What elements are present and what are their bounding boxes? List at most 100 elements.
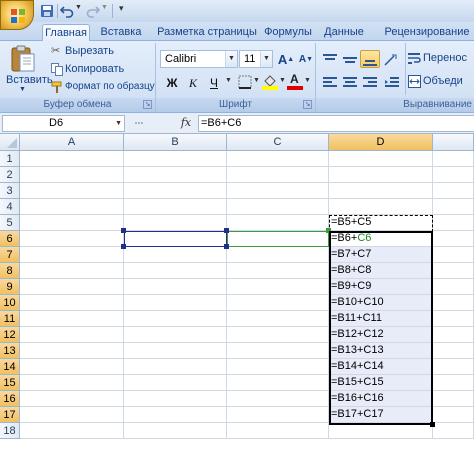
cell-c11[interactable] (227, 311, 329, 327)
cell-e6[interactable] (433, 231, 474, 247)
row-header-7[interactable]: 7 (0, 247, 20, 263)
cell-e9[interactable] (433, 279, 474, 295)
grow-font-button[interactable]: A▲ (276, 50, 296, 68)
select-all-corner[interactable] (0, 134, 20, 151)
cell-a18[interactable] (20, 423, 124, 439)
row-header-16[interactable]: 16 (0, 391, 20, 407)
column-header-next[interactable] (433, 134, 474, 151)
cell-a16[interactable] (20, 391, 124, 407)
font-launcher-icon[interactable]: ↘ (303, 100, 312, 109)
row-header-14[interactable]: 14 (0, 359, 20, 375)
cell-c2[interactable] (227, 167, 329, 183)
align-middle-button[interactable] (340, 50, 360, 68)
redo-icon[interactable] (86, 4, 100, 18)
cell-d18[interactable] (329, 423, 433, 439)
cell-b4[interactable] (124, 199, 227, 215)
cell-c17[interactable] (227, 407, 329, 423)
cell-a9[interactable] (20, 279, 124, 295)
borders-dropdown-icon[interactable]: ▼ (253, 77, 260, 84)
cell-e10[interactable] (433, 295, 474, 311)
font-color-button[interactable]: A (287, 72, 303, 90)
indent-button[interactable] (382, 73, 402, 91)
cell-a17[interactable] (20, 407, 124, 423)
borders-icon[interactable] (238, 75, 252, 89)
cell-b7[interactable] (124, 247, 227, 263)
cell-b10[interactable] (124, 295, 227, 311)
cell-e4[interactable] (433, 199, 474, 215)
align-right-button[interactable] (360, 73, 380, 91)
cell-b12[interactable] (124, 327, 227, 343)
italic-button[interactable]: К (183, 73, 203, 91)
cell-a11[interactable] (20, 311, 124, 327)
cell-c7[interactable] (227, 247, 329, 263)
align-left-button[interactable] (320, 73, 340, 91)
row-header-11[interactable]: 11 (0, 311, 20, 327)
cell-c18[interactable] (227, 423, 329, 439)
align-bottom-button[interactable] (360, 50, 380, 68)
cell-e13[interactable] (433, 343, 474, 359)
row-header-6[interactable]: 6 (0, 231, 20, 247)
cell-d4[interactable] (329, 199, 433, 215)
cell-b11[interactable] (124, 311, 227, 327)
save-icon[interactable] (40, 4, 54, 18)
customize-qat-icon[interactable]: ▾ (119, 3, 124, 14)
fill-handle[interactable] (430, 422, 435, 427)
cell-a3[interactable] (20, 183, 124, 199)
align-top-button[interactable] (320, 50, 340, 68)
row-header-8[interactable]: 8 (0, 263, 20, 279)
formula-bar-grip-icon[interactable] (134, 118, 144, 128)
row-header-12[interactable]: 12 (0, 327, 20, 343)
cell-e1[interactable] (433, 151, 474, 167)
ref-handle[interactable] (224, 228, 229, 233)
row-header-9[interactable]: 9 (0, 279, 20, 295)
column-header-d[interactable]: D (329, 134, 433, 151)
cell-a13[interactable] (20, 343, 124, 359)
font-name-combo[interactable]: Calibri ▼ (160, 50, 238, 68)
merge-center-button[interactable]: Объеди (408, 73, 474, 90)
clipboard-launcher-icon[interactable]: ↘ (143, 100, 152, 109)
row-header-13[interactable]: 13 (0, 343, 20, 359)
fill-color-icon[interactable] (262, 73, 278, 90)
insert-function-button[interactable]: fx (177, 115, 195, 132)
cell-d3[interactable] (329, 183, 433, 199)
row-header-2[interactable]: 2 (0, 167, 20, 183)
cell-a4[interactable] (20, 199, 124, 215)
cell-e2[interactable] (433, 167, 474, 183)
cell-e15[interactable] (433, 375, 474, 391)
cell-a10[interactable] (20, 295, 124, 311)
cell-a2[interactable] (20, 167, 124, 183)
cell-c8[interactable] (227, 263, 329, 279)
row-header-15[interactable]: 15 (0, 375, 20, 391)
cell-e18[interactable] (433, 423, 474, 439)
cell-a15[interactable] (20, 375, 124, 391)
ref-handle[interactable] (121, 244, 126, 249)
cell-e7[interactable] (433, 247, 474, 263)
formula-input[interactable]: =B6+C6 (198, 115, 474, 132)
wrap-text-button[interactable]: Перенос (408, 50, 474, 67)
cell-c4[interactable] (227, 199, 329, 215)
cell-a14[interactable] (20, 359, 124, 375)
cell-b18[interactable] (124, 423, 227, 439)
column-header-b[interactable]: B (124, 134, 227, 151)
undo-icon[interactable] (60, 4, 74, 18)
tab-data[interactable]: Данные (320, 24, 368, 41)
cell-b3[interactable] (124, 183, 227, 199)
column-header-a[interactable]: A (20, 134, 124, 151)
cell-c1[interactable] (227, 151, 329, 167)
cell-d2[interactable] (329, 167, 433, 183)
cell-a12[interactable] (20, 327, 124, 343)
cell-b15[interactable] (124, 375, 227, 391)
name-box[interactable]: D6 ▼ (2, 115, 125, 132)
tab-insert[interactable]: Вставка (96, 24, 146, 41)
cell-e14[interactable] (433, 359, 474, 375)
underline-dropdown-icon[interactable]: ▼ (225, 77, 232, 84)
row-header-10[interactable]: 10 (0, 295, 20, 311)
row-header-5[interactable]: 5 (0, 215, 20, 231)
cell-b17[interactable] (124, 407, 227, 423)
row-header-3[interactable]: 3 (0, 183, 20, 199)
redo-dropdown-icon[interactable]: ▼ (101, 4, 108, 11)
row-header-4[interactable]: 4 (0, 199, 20, 215)
copy-button[interactable]: Копировать (51, 62, 141, 77)
cell-c3[interactable] (227, 183, 329, 199)
cell-b5[interactable] (124, 215, 227, 231)
